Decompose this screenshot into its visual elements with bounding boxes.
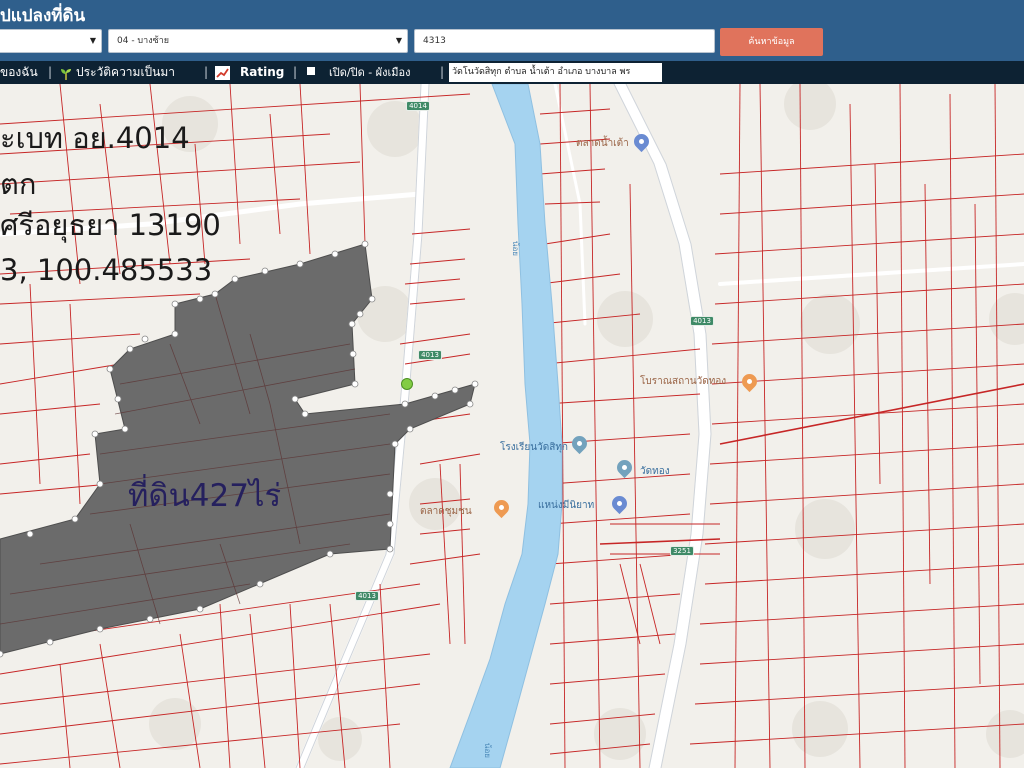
page-title: ปแปลงที่ดิน xyxy=(0,6,86,26)
district-select-value: 04 - บางซ้าย xyxy=(117,36,170,46)
history-link[interactable]: ประวัติความเป็นมา xyxy=(76,61,175,84)
parcel-number-input[interactable]: 4313 xyxy=(414,29,715,53)
map-layer xyxy=(0,84,1024,768)
zoning-toggle[interactable]: เปิด/ปิด - ผังเมือง xyxy=(329,61,411,84)
map-canvas[interactable]: ะเบท อย.4014 ตก ศรีอยุธยา 13190 3, 100.4… xyxy=(0,84,1024,768)
caret-down-icon: ▼ xyxy=(89,36,96,45)
poi-label: โบราณสถานวัดทอง xyxy=(640,376,727,387)
info-line: ศรีอยุธยา 13190 xyxy=(0,208,221,242)
road-number-badge: 4013 xyxy=(355,591,379,601)
poi-label: ตลาดน้ำเต้า xyxy=(576,138,629,149)
road-number-badge: 4013 xyxy=(418,350,442,360)
info-line: ตก xyxy=(0,167,37,201)
rating-link[interactable]: Rating xyxy=(240,61,284,84)
info-line: ะเบท อย.4014 xyxy=(0,121,190,155)
toolbar: ของฉัน | ประวัติความเป็นมา | Rating | เป… xyxy=(0,61,1024,84)
caret-down-icon: ▼ xyxy=(395,36,402,45)
province-select[interactable]: ▼ xyxy=(0,29,102,53)
toolbar-separator: | xyxy=(48,65,53,79)
app-window: ปแปลงที่ดิน ▼ 04 - บางซ้าย ▼ 4313 ค้นหาข… xyxy=(0,0,1024,768)
toolbar-separator: | xyxy=(204,65,209,79)
toolbar-separator: | xyxy=(293,65,298,79)
road-number-badge: 4014 xyxy=(406,101,430,111)
poi-label: วัดทอง xyxy=(640,466,670,477)
header-bar: ปแปลงที่ดิน ▼ 04 - บางซ้าย ▼ 4313 ค้นหาข… xyxy=(0,0,1024,61)
river-label: น้อย xyxy=(510,241,520,256)
chart-icon xyxy=(215,65,230,80)
checkbox-icon[interactable] xyxy=(307,67,315,75)
river xyxy=(449,84,563,768)
land-area-label: ที่ดิน427ไร่ xyxy=(128,478,282,514)
river-label: น้อย xyxy=(482,743,492,758)
poi-label: ตลาดชุมชน xyxy=(420,506,472,517)
seedling-icon xyxy=(59,66,73,80)
road-number-badge: 3251 xyxy=(670,546,694,556)
current-location-marker[interactable] xyxy=(401,378,413,390)
info-line: 3, 100.485533 xyxy=(0,253,213,287)
search-button[interactable]: ค้นหาข้อมูล xyxy=(720,28,823,56)
favorites-link[interactable]: ของฉัน xyxy=(0,61,38,84)
location-field[interactable]: วัดโนวัดสิทุก ตำบล น้ำเต้า อำเภอ บางบาล … xyxy=(449,63,662,82)
poi-label: แหน่งมีนิยาท xyxy=(538,500,595,511)
poi-label: โรงเรียนวัดสิทุก xyxy=(500,442,568,453)
road-number-badge: 4013 xyxy=(690,316,714,326)
toolbar-separator: | xyxy=(440,65,445,79)
district-select[interactable]: 04 - บางซ้าย ▼ xyxy=(108,29,408,53)
